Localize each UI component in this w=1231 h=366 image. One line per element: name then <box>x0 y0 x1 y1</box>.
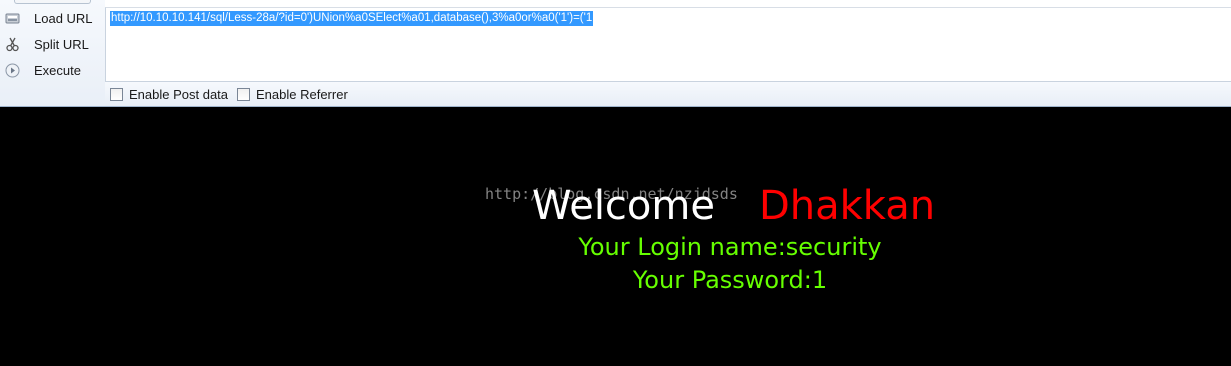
enable-post-data-option[interactable]: Enable Post data <box>110 87 228 102</box>
execute-label: Execute <box>34 63 81 78</box>
url-value-selected[interactable]: http://10.10.10.141/sql/Less-28a/?id=0')… <box>110 11 594 26</box>
page-content: http://blog.csdn.net/nzjdsds Welcome Dhak… <box>0 107 1231 366</box>
split-url-icon <box>5 37 20 52</box>
enable-post-data-checkbox[interactable] <box>110 88 123 101</box>
username-display: Dhakkan <box>758 183 936 229</box>
split-url-label: Split URL <box>34 37 89 52</box>
execute-icon <box>5 63 20 78</box>
options-row: Enable Post data Enable Referrer <box>105 82 1231 106</box>
hackbar-side-panel: Load URL Split URL Execute <box>0 0 105 106</box>
enable-referrer-checkbox[interactable] <box>237 88 250 101</box>
hackbar-toolbar: Load URL Split URL Execute http://10.10.… <box>0 0 1231 107</box>
split-url-button[interactable]: Split URL <box>0 32 105 56</box>
enable-referrer-option[interactable]: Enable Referrer <box>237 87 348 102</box>
panel-top-edge <box>14 0 91 4</box>
enable-referrer-label: Enable Referrer <box>256 87 348 102</box>
welcome-text: Welcome <box>532 183 715 229</box>
enable-post-data-label: Enable Post data <box>129 87 229 102</box>
execute-button[interactable]: Execute <box>0 58 105 82</box>
load-url-button[interactable]: Load URL <box>0 6 105 30</box>
welcome-heading: Welcome Dhakkan <box>532 183 935 229</box>
login-name-line: Your Login name:security <box>578 233 882 261</box>
load-url-icon <box>5 11 20 26</box>
url-input[interactable]: http://10.10.10.141/sql/Less-28a/?id=0')… <box>105 7 1231 82</box>
password-line: Your Password:1 <box>632 266 828 294</box>
load-url-label: Load URL <box>34 11 93 26</box>
